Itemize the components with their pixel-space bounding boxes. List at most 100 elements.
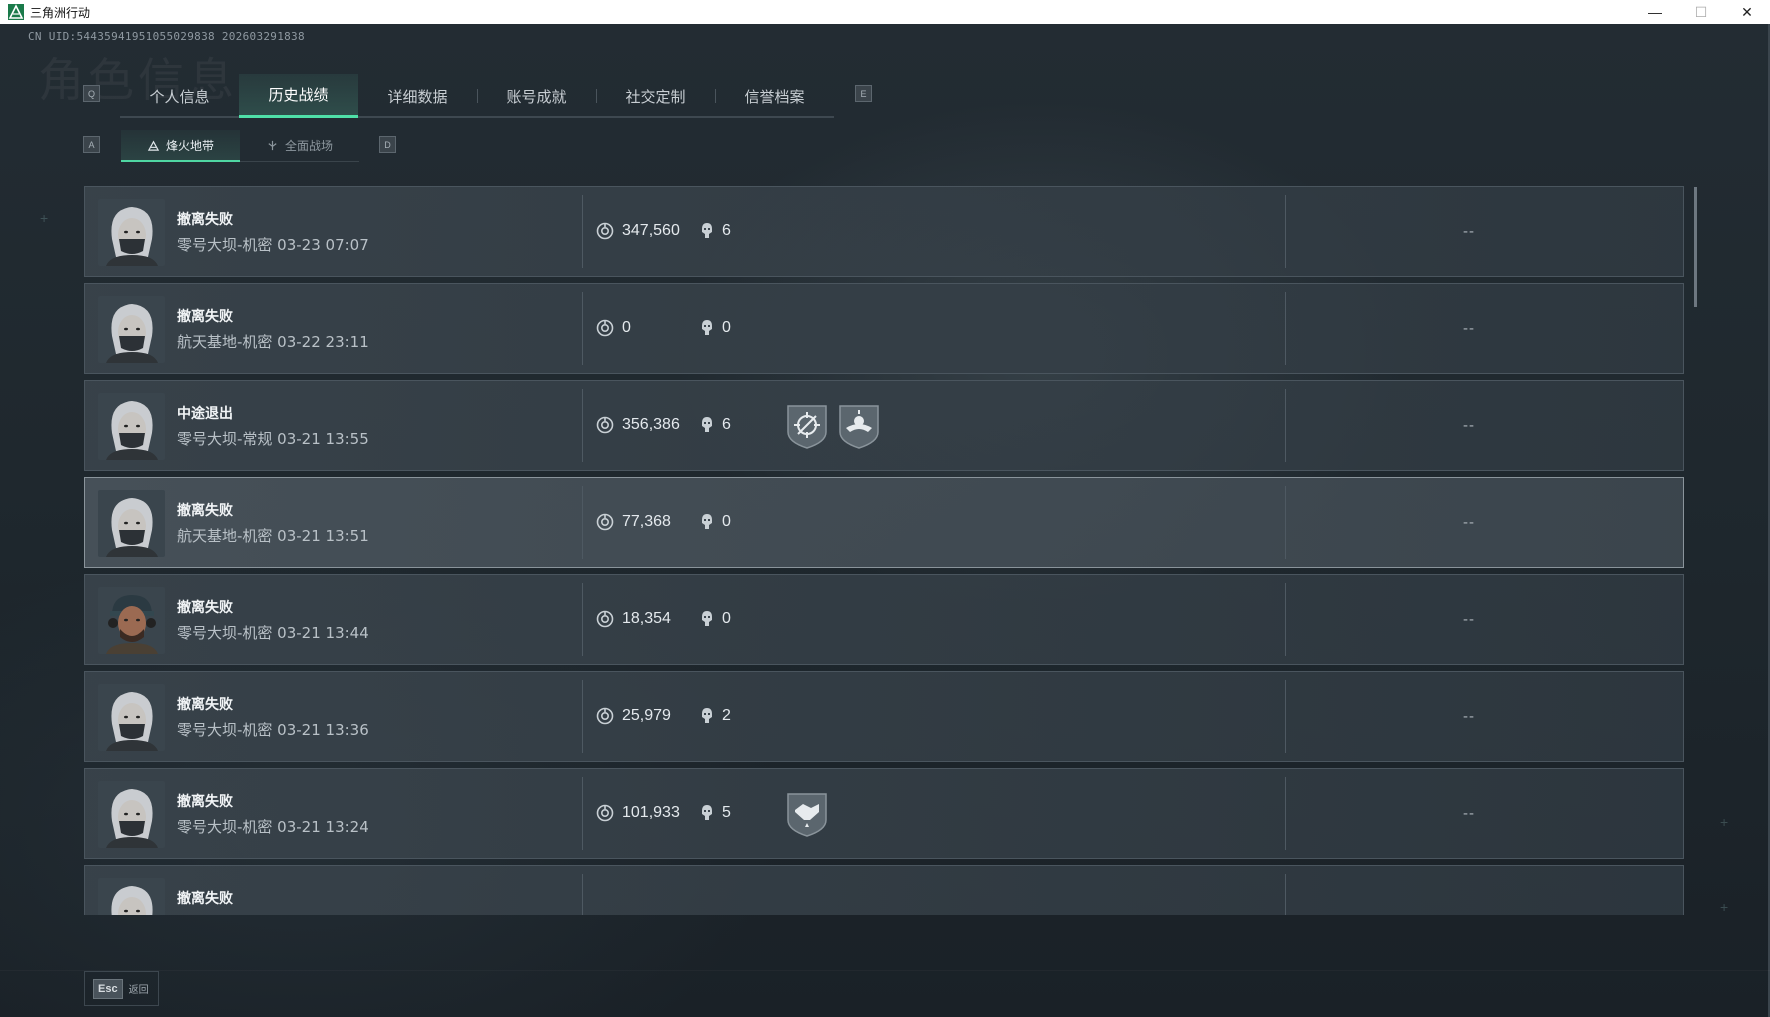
esc-key-hint: Esc — [93, 978, 123, 999]
operator-avatar — [98, 684, 165, 751]
close-button[interactable]: ✕ — [1724, 0, 1770, 24]
battlefield-icon — [268, 140, 277, 151]
kill-skull-icon — [699, 416, 715, 434]
achievement-badges — [786, 404, 880, 449]
row-divider — [582, 389, 583, 462]
tab-credit-record[interactable]: 信誉档案 — [715, 74, 834, 118]
match-status: 撤离失败 — [177, 212, 233, 228]
main-tab-bar: 个人信息 历史战绩 详细数据 账号成就 社交定制 信誉档案 — [120, 74, 834, 118]
row-divider — [1285, 680, 1286, 753]
handshake-badge-icon[interactable] — [786, 792, 828, 837]
match-record-row[interactable]: 撤离失败 航天基地-机密 03-22 23:11 0 0 -- — [84, 283, 1684, 374]
row-divider — [1285, 874, 1286, 915]
row-divider — [1285, 292, 1286, 365]
row-divider — [1285, 583, 1286, 656]
match-rating: -- — [1463, 708, 1475, 725]
match-record-row[interactable]: 撤离失败 零号大坝-机密 03-21 13:24 101,933 5 -- — [84, 768, 1684, 859]
operator-avatar — [98, 781, 165, 848]
match-status: 撤离失败 — [177, 891, 233, 907]
value-coin-icon — [596, 610, 614, 628]
match-rating: -- — [1463, 611, 1475, 628]
subtab-battlefield[interactable]: 全面战场 — [240, 130, 359, 162]
match-record-row[interactable]: 撤离失败 航天基地-机密 03-21 13:51 77,368 0 -- — [84, 477, 1684, 568]
row-divider — [582, 680, 583, 753]
subtab-beacon-zone[interactable]: 烽火地带 — [121, 130, 240, 162]
operator-avatar — [98, 393, 165, 460]
operator-avatar — [98, 490, 165, 557]
match-rating: -- — [1463, 417, 1475, 434]
crosshair-badge-icon[interactable] — [786, 404, 828, 449]
row-divider — [582, 195, 583, 268]
row-divider — [582, 583, 583, 656]
match-status: 撤离失败 — [177, 600, 233, 616]
subtab-next-key-hint[interactable]: D — [379, 136, 396, 153]
kill-count: 6 — [722, 222, 731, 239]
kill-count: 5 — [722, 804, 731, 821]
kill-skull-icon — [699, 804, 715, 822]
footer-divider — [0, 970, 1770, 971]
kill-skull-icon — [699, 319, 715, 337]
match-record-row[interactable]: 撤离失败 零号大坝-机密 03-21 13:44 18,354 0 -- — [84, 574, 1684, 665]
match-status: 中途退出 — [177, 406, 233, 422]
tab-personal-info[interactable]: 个人信息 — [120, 74, 239, 118]
decor-plus-icon: + — [1720, 899, 1729, 915]
extraction-value: 18,354 — [622, 610, 671, 627]
tab-prev-key-hint[interactable]: Q — [83, 85, 100, 102]
extraction-value: 0 — [622, 319, 631, 336]
operator-avatar — [98, 878, 165, 915]
operator-avatar — [98, 296, 165, 363]
game-screen: 角色信息 CN UID:54435941951055029838 2026032… — [0, 24, 1770, 1017]
match-status: 撤离失败 — [177, 503, 233, 519]
extraction-value: 356,386 — [622, 416, 680, 433]
value-coin-icon — [596, 707, 614, 725]
beacon-icon — [147, 140, 160, 151]
value-coin-icon — [596, 416, 614, 434]
decor-plus-icon: + — [40, 210, 49, 226]
match-record-row[interactable]: 中途退出 零号大坝-常规 03-21 13:55 356,386 6 -- — [84, 380, 1684, 471]
sub-tab-bar: 烽火地带 全面战场 — [121, 130, 359, 162]
match-status: 撤离失败 — [177, 309, 233, 325]
extraction-value: 347,560 — [622, 222, 680, 239]
match-history-list[interactable]: 撤离失败 零号大坝-机密 03-23 07:07 347,560 6 -- 撤离… — [84, 186, 1684, 915]
subtab-beacon-label: 烽火地带 — [165, 138, 214, 153]
kill-skull-icon — [699, 513, 715, 531]
tab-next-key-hint[interactable]: E — [855, 85, 872, 102]
match-record-row[interactable]: 撤离失败 — [84, 865, 1684, 915]
back-button[interactable]: Esc 返回 — [84, 971, 159, 1006]
row-divider — [582, 874, 583, 915]
list-scrollbar[interactable] — [1694, 187, 1697, 307]
match-rating: -- — [1463, 223, 1475, 240]
subtab-battlefield-label: 全面战场 — [284, 139, 333, 153]
subtab-prev-key-hint[interactable]: A — [83, 136, 100, 153]
kill-count: 2 — [722, 707, 731, 724]
extraction-value: 25,979 — [622, 707, 671, 724]
kill-count: 0 — [722, 319, 731, 336]
eagle-badge-icon[interactable] — [838, 404, 880, 449]
tab-achievements[interactable]: 账号成就 — [477, 74, 596, 118]
user-uid: CN UID:54435941951055029838 202603291838 — [28, 30, 305, 43]
match-map-time: 零号大坝-常规 03-21 13:55 — [177, 430, 369, 448]
window-title: 三角洲行动 — [30, 5, 91, 20]
match-record-row[interactable]: 撤离失败 零号大坝-机密 03-21 13:36 25,979 2 -- — [84, 671, 1684, 762]
operator-avatar — [98, 587, 165, 654]
minimize-button[interactable]: — — [1632, 0, 1678, 24]
value-coin-icon — [596, 804, 614, 822]
back-label: 返回 — [128, 985, 149, 996]
value-coin-icon — [596, 222, 614, 240]
match-map-time: 零号大坝-机密 03-21 13:44 — [177, 624, 369, 642]
row-divider — [582, 777, 583, 850]
row-divider — [1285, 389, 1286, 462]
match-status: 撤离失败 — [177, 697, 233, 713]
maximize-button[interactable]: ☐ — [1678, 0, 1724, 24]
tab-social-custom[interactable]: 社交定制 — [596, 74, 715, 118]
match-rating: -- — [1463, 320, 1475, 337]
tab-detailed-data[interactable]: 详细数据 — [358, 74, 477, 118]
match-record-row[interactable]: 撤离失败 零号大坝-机密 03-23 07:07 347,560 6 -- — [84, 186, 1684, 277]
kill-count: 6 — [722, 416, 731, 433]
match-status: 撤离失败 — [177, 794, 233, 810]
match-map-time: 零号大坝-机密 03-21 13:36 — [177, 721, 369, 739]
row-divider — [582, 292, 583, 365]
extraction-value: 101,933 — [622, 804, 680, 821]
value-coin-icon — [596, 319, 614, 337]
tab-match-history[interactable]: 历史战绩 — [239, 74, 358, 118]
